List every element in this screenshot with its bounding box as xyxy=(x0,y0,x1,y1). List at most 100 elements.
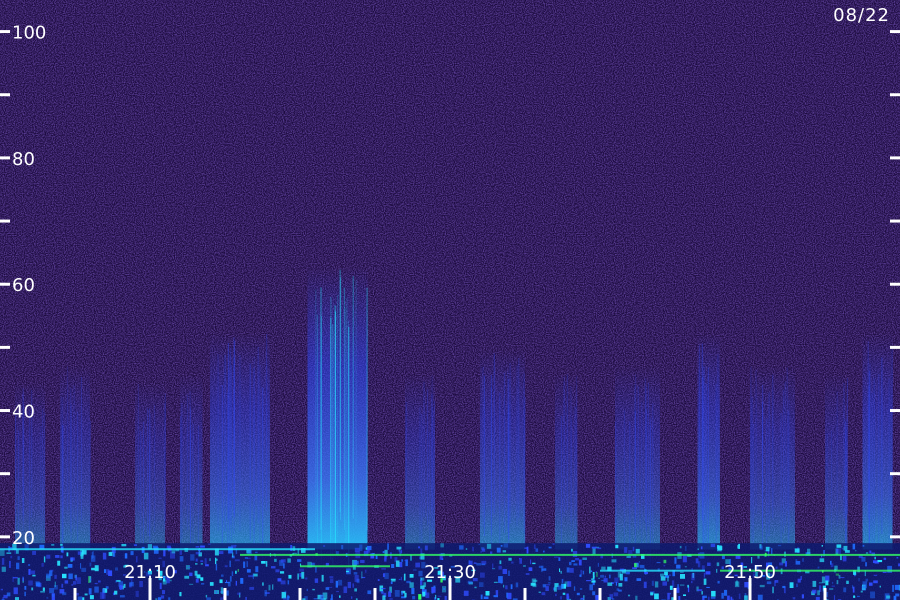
low-frequency-speck xyxy=(680,574,685,579)
low-frequency-speck xyxy=(481,548,486,552)
band-streak xyxy=(217,354,219,531)
low-frequency-speck xyxy=(635,548,640,554)
low-frequency-speck xyxy=(280,580,286,585)
low-frequency-speck xyxy=(576,592,580,596)
band-streak xyxy=(81,376,82,521)
low-frequency-speck xyxy=(418,570,423,577)
low-frequency-speck xyxy=(480,594,483,600)
low-frequency-speck xyxy=(596,572,598,577)
low-frequency-speck xyxy=(409,574,414,578)
low-frequency-speck xyxy=(88,576,90,583)
low-frequency-speck xyxy=(660,576,666,581)
low-frequency-speck xyxy=(57,560,61,566)
low-frequency-speck xyxy=(554,556,559,558)
low-frequency-speck xyxy=(614,577,619,583)
band-streak xyxy=(89,420,91,565)
low-frequency-speck xyxy=(13,577,18,579)
low-frequency-speck xyxy=(280,559,286,563)
low-frequency-speck xyxy=(108,570,113,576)
low-frequency-speck xyxy=(667,592,670,600)
low-frequency-speck xyxy=(62,592,67,596)
low-frequency-speck xyxy=(323,545,326,547)
low-frequency-speck xyxy=(64,566,68,569)
low-frequency-speck xyxy=(255,566,259,573)
band-streak xyxy=(843,382,845,519)
low-frequency-speck xyxy=(833,595,836,600)
low-frequency-speck xyxy=(6,552,12,554)
band-streak xyxy=(878,373,880,551)
low-frequency-speck xyxy=(237,569,239,572)
low-frequency-speck xyxy=(229,560,231,567)
low-frequency-speck xyxy=(51,544,55,546)
low-frequency-speck xyxy=(124,553,128,559)
low-frequency-speck xyxy=(189,572,193,577)
band-streak xyxy=(137,383,139,512)
low-frequency-speck xyxy=(423,582,426,588)
low-frequency-speck xyxy=(499,560,502,565)
low-frequency-speck xyxy=(60,555,63,559)
low-frequency-speck xyxy=(840,577,845,579)
low-frequency-speck xyxy=(525,573,530,575)
low-frequency-speck xyxy=(55,555,60,558)
low-frequency-speck xyxy=(158,557,162,559)
band-streak xyxy=(490,386,492,547)
low-frequency-speck xyxy=(683,594,686,596)
low-frequency-speck xyxy=(519,558,522,564)
low-frequency-speck xyxy=(812,580,817,587)
band-streak xyxy=(345,307,347,550)
low-frequency-speck xyxy=(476,563,481,566)
band-streak xyxy=(699,345,700,522)
low-frequency-speck xyxy=(478,543,481,545)
low-frequency-speck xyxy=(772,586,774,594)
low-frequency-speck xyxy=(121,544,127,547)
low-frequency-speck xyxy=(530,559,532,565)
low-frequency-speck xyxy=(301,571,305,579)
low-frequency-speck xyxy=(243,561,246,568)
band-streak xyxy=(509,363,511,524)
low-frequency-speck xyxy=(613,592,619,597)
band-streak xyxy=(518,358,520,519)
band-streak xyxy=(154,404,156,533)
low-frequency-speck xyxy=(656,562,661,564)
low-frequency-speck xyxy=(284,590,287,594)
band-streak xyxy=(332,324,334,567)
low-frequency-speck xyxy=(443,588,446,590)
low-frequency-speck xyxy=(13,587,18,595)
low-frequency-speck xyxy=(538,565,544,568)
band-streak xyxy=(646,409,648,554)
low-frequency-speck xyxy=(821,545,823,547)
band-streak xyxy=(253,357,255,534)
low-frequency-speck xyxy=(841,547,844,550)
band-streak xyxy=(873,378,875,555)
low-frequency-speck xyxy=(721,555,725,560)
low-frequency-speck xyxy=(119,595,125,598)
low-frequency-speck xyxy=(548,576,551,581)
low-frequency-speck xyxy=(483,596,489,599)
band-streak xyxy=(641,401,643,546)
tonal-line xyxy=(0,548,315,551)
low-frequency-speck xyxy=(354,574,359,582)
low-frequency-speck xyxy=(580,569,583,576)
band-streak xyxy=(888,378,890,556)
low-frequency-speck xyxy=(716,562,720,567)
low-frequency-speck xyxy=(319,594,324,600)
low-frequency-speck xyxy=(703,578,707,585)
low-frequency-speck xyxy=(523,565,526,567)
low-frequency-speck xyxy=(566,567,570,573)
low-frequency-speck xyxy=(88,588,92,595)
low-frequency-speck xyxy=(592,572,595,579)
band-streak xyxy=(421,413,423,550)
low-frequency-speck xyxy=(607,582,613,586)
low-frequency-speck xyxy=(248,575,254,578)
band-streak xyxy=(560,415,562,552)
band-streak xyxy=(67,366,68,511)
low-frequency-speck xyxy=(591,580,596,583)
low-frequency-speck xyxy=(573,586,576,591)
low-frequency-speck xyxy=(1,566,6,572)
band-streak xyxy=(784,381,786,526)
low-frequency-speck xyxy=(365,547,368,550)
low-frequency-speck xyxy=(555,593,557,597)
low-frequency-speck xyxy=(592,548,596,555)
low-frequency-speck xyxy=(490,551,493,554)
low-frequency-speck xyxy=(632,546,635,552)
